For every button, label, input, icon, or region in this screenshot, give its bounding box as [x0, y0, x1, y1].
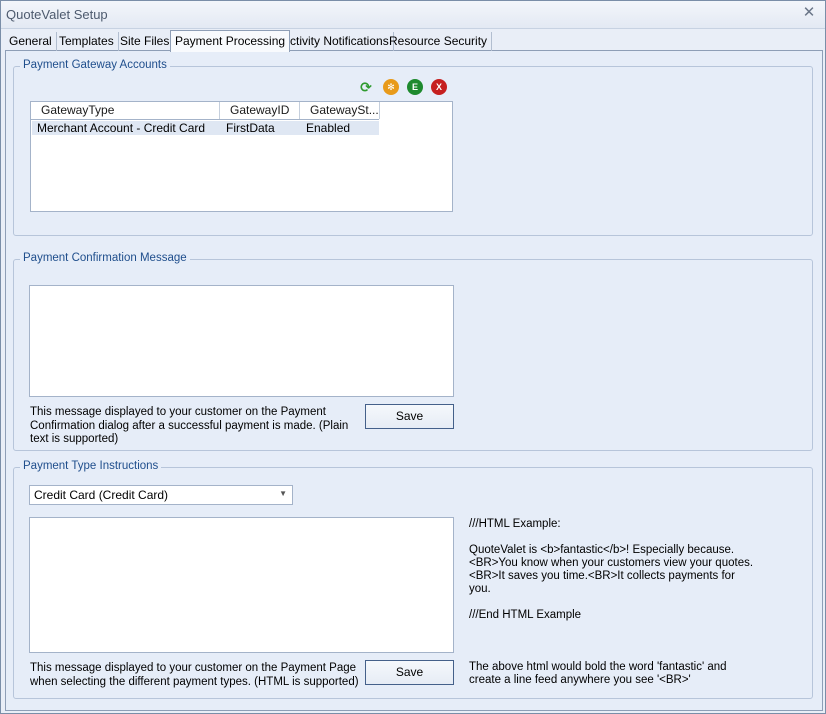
- save-confirmation-button[interactable]: Save: [365, 404, 454, 429]
- confirmation-help-text: This message displayed to your customer …: [30, 406, 349, 445]
- edit-icon[interactable]: E: [407, 79, 423, 95]
- gateway-status-cell: Enabled: [306, 121, 351, 135]
- tab-content: Payment Gateway Accounts ⟳ ✻ E X Gateway…: [5, 51, 823, 711]
- tab-activity-notifications[interactable]: Activity Notifications: [278, 32, 394, 51]
- payment-type-instructions-legend: Payment Type Instructions: [20, 460, 162, 472]
- confirmation-message-textarea[interactable]: [29, 285, 454, 397]
- tab-general[interactable]: General: [5, 32, 57, 51]
- payment-type-instructions-group: Payment Type Instructions Credit Card (C…: [13, 460, 813, 699]
- tab-site-files[interactable]: Site Files: [116, 32, 175, 51]
- setup-window: QuoteValet Setup ✕ General Templates Sit…: [0, 0, 826, 714]
- gateway-list[interactable]: GatewayType GatewayID GatewaySt... Merch…: [30, 101, 453, 212]
- tab-resource-security[interactable]: Resource Security: [385, 32, 493, 51]
- gateway-row[interactable]: Merchant Account - Credit Card FirstData…: [32, 121, 379, 135]
- refresh-icon[interactable]: ⟳: [358, 79, 374, 95]
- confirmation-message-group: Payment Confirmation Message This messag…: [13, 252, 813, 451]
- confirmation-message-legend: Payment Confirmation Message: [20, 252, 190, 264]
- html-example-note: The above html would bold the word 'fant…: [469, 661, 727, 686]
- instructions-textarea[interactable]: [29, 517, 454, 653]
- add-icon[interactable]: ✻: [383, 79, 399, 95]
- title-bar: QuoteValet Setup ✕: [1, 1, 825, 29]
- instructions-help-text: This message displayed to your customer …: [30, 662, 359, 688]
- html-example-start: ///HTML Example:: [469, 518, 561, 530]
- tab-payment-processing[interactable]: Payment Processing: [170, 30, 291, 52]
- delete-icon[interactable]: X: [431, 79, 447, 95]
- gateway-accounts-group: Payment Gateway Accounts ⟳ ✻ E X Gateway…: [13, 59, 813, 236]
- html-example-body: QuoteValet is <b>fantastic</b>! Especial…: [469, 544, 754, 595]
- column-gateway-status[interactable]: GatewaySt...: [300, 102, 380, 119]
- html-example-end: ///End HTML Example: [469, 609, 582, 621]
- save-instructions-button[interactable]: Save: [365, 660, 454, 685]
- tab-strip: General Templates Site Files Payment Pro…: [5, 30, 823, 52]
- close-icon[interactable]: ✕: [801, 5, 817, 21]
- column-gateway-id[interactable]: GatewayID: [220, 102, 300, 119]
- gateway-id-cell: FirstData: [226, 121, 275, 135]
- payment-type-select-value: Credit Card (Credit Card): [34, 488, 169, 502]
- payment-type-select[interactable]: Credit Card (Credit Card) ▼: [29, 485, 293, 505]
- gateway-type-cell: Merchant Account - Credit Card: [37, 121, 206, 135]
- gateway-list-header: GatewayType GatewayID GatewaySt...: [31, 102, 380, 120]
- window-title: QuoteValet Setup: [6, 7, 108, 22]
- gateway-accounts-legend: Payment Gateway Accounts: [20, 59, 170, 71]
- chevron-down-icon[interactable]: ▼: [279, 489, 287, 498]
- column-gateway-type[interactable]: GatewayType: [31, 102, 220, 119]
- tab-templates[interactable]: Templates: [55, 32, 119, 51]
